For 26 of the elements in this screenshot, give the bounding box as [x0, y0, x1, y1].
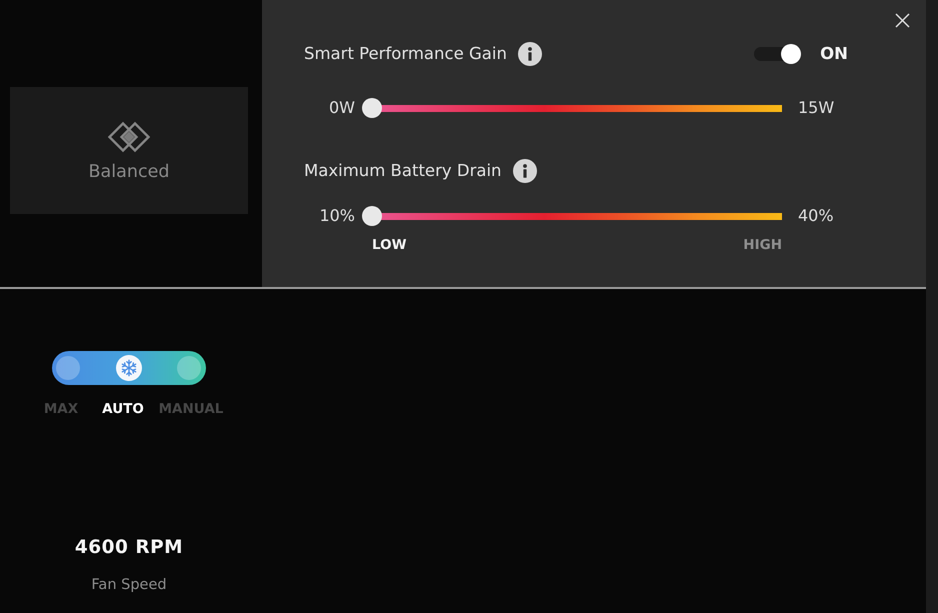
slider-min-label: 10% [318, 206, 355, 226]
close-button[interactable] [895, 13, 910, 28]
slider-max-label: 40% [798, 206, 834, 226]
snowflake-icon [120, 359, 138, 377]
info-icon[interactable] [518, 42, 542, 66]
scale-label: HIGH [743, 237, 782, 253]
toggle-switch[interactable] [754, 44, 802, 64]
position-dot[interactable] [177, 356, 201, 380]
fan-mode-tab[interactable]: AUTO [102, 401, 144, 418]
fan-mode-knob[interactable] [116, 355, 142, 381]
fan-mode-switch[interactable] [52, 351, 206, 385]
setting-label: Smart Performance Gain [304, 43, 507, 65]
slider-max-label: 15W [798, 98, 834, 118]
fan-speed-label: Fan Speed [91, 576, 167, 594]
diamonds-icon [108, 121, 150, 153]
toggle-state-label: ON [820, 43, 848, 65]
mode-card[interactable]: Balanced [10, 87, 248, 214]
position-dot[interactable] [56, 356, 80, 380]
slider-thumb[interactable] [362, 98, 382, 118]
slider-min-label: 0W [328, 98, 355, 118]
info-icon[interactable] [512, 159, 537, 183]
scale-label: LOW [372, 237, 406, 253]
setting-label: Maximum Battery Drain [304, 160, 502, 182]
slider-thumb[interactable] [362, 206, 382, 226]
close-icon [895, 13, 910, 28]
fan-speed-value: 4600 RPM [74, 537, 184, 559]
